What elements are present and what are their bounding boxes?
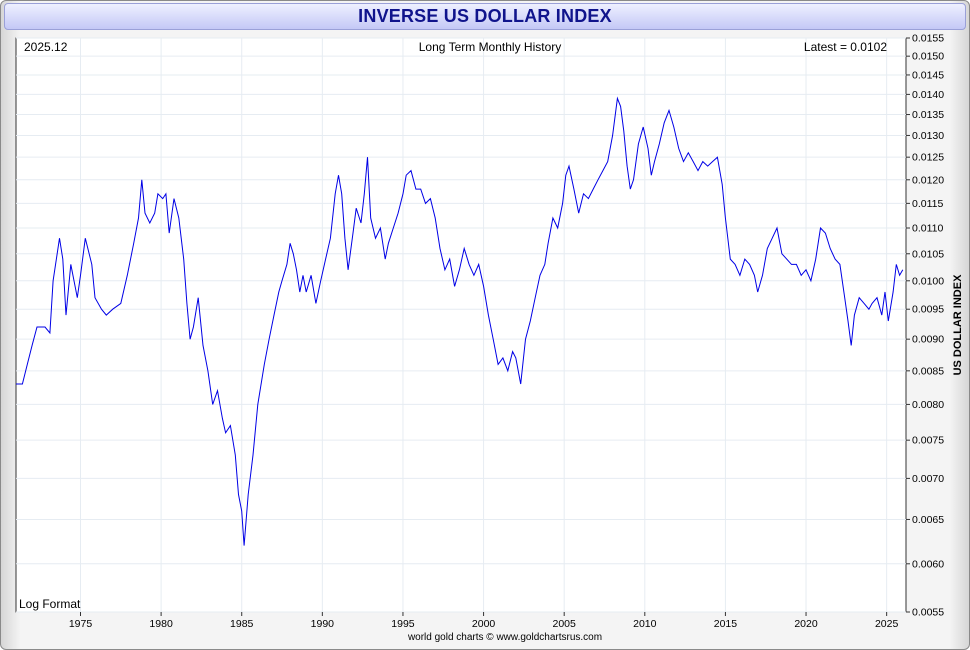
y-tick-label: 0.0060 <box>912 558 944 570</box>
y-tick-label: 0.0100 <box>912 275 944 287</box>
y-tick-label: 0.0130 <box>912 130 944 142</box>
y-tick-label: 0.0070 <box>912 473 944 485</box>
plot-area <box>15 37 907 613</box>
y-tick-label: 0.0095 <box>912 304 944 316</box>
y-tick-label: 0.0145 <box>912 69 944 81</box>
footer-credit: world gold charts © www.goldchartsrus.co… <box>407 632 603 643</box>
y-tick-label: 0.0140 <box>912 89 944 101</box>
x-tick-label: 2020 <box>794 618 818 630</box>
latest-label: Latest = 0.0102 <box>804 40 887 54</box>
y-tick-label: 0.0155 <box>912 33 944 45</box>
y-tick-label: 0.0090 <box>912 334 944 346</box>
x-tick-label: 2010 <box>633 618 657 630</box>
y-tick-label: 0.0055 <box>912 607 944 619</box>
date-label: 2025.12 <box>24 40 68 54</box>
y-tick-label: 0.0085 <box>912 365 944 377</box>
y-tick-label: 0.0075 <box>912 435 944 447</box>
chart-subtitle: Long Term Monthly History <box>419 40 562 54</box>
x-tick-label: 2005 <box>553 618 577 630</box>
y-tick-label: 0.0105 <box>912 248 944 260</box>
x-tick-label: 1975 <box>69 618 93 630</box>
y-tick-label: 0.0150 <box>912 51 944 63</box>
y-tick-label: 0.0080 <box>912 399 944 411</box>
y-tick-label: 0.0110 <box>912 222 943 234</box>
x-tick-label: 1985 <box>230 618 254 630</box>
y-tick-label: 0.0135 <box>912 109 944 121</box>
x-tick-label: 1990 <box>311 618 335 630</box>
chart-svg: 0.0055 0.0060 0.0065 0.0070 0.0075 0.0080 0.00… <box>15 33 964 630</box>
y-tick-label: 0.0065 <box>912 514 944 526</box>
x-tick-label: 2025 <box>875 618 899 630</box>
y-axis: 0.0055 0.0060 0.0065 0.0070 0.0075 0.0080 0.00… <box>906 33 944 619</box>
x-tick-label: 1995 <box>391 618 415 630</box>
y-axis-title: US DOLLAR INDEX <box>952 274 964 376</box>
y-tick-label: 0.0115 <box>912 198 943 210</box>
x-tick-label: 2000 <box>472 618 496 630</box>
x-tick-label: 1980 <box>149 618 173 630</box>
y-tick-label: 0.0120 <box>912 174 944 186</box>
x-axis: 1975 1980 1985 1990 1995 2000 2005 2010 2015 2020… <box>69 612 899 630</box>
y-tick-label: 0.0125 <box>912 152 944 164</box>
log-format-label: Log Format <box>19 597 81 611</box>
x-tick-label: 2015 <box>714 618 738 630</box>
